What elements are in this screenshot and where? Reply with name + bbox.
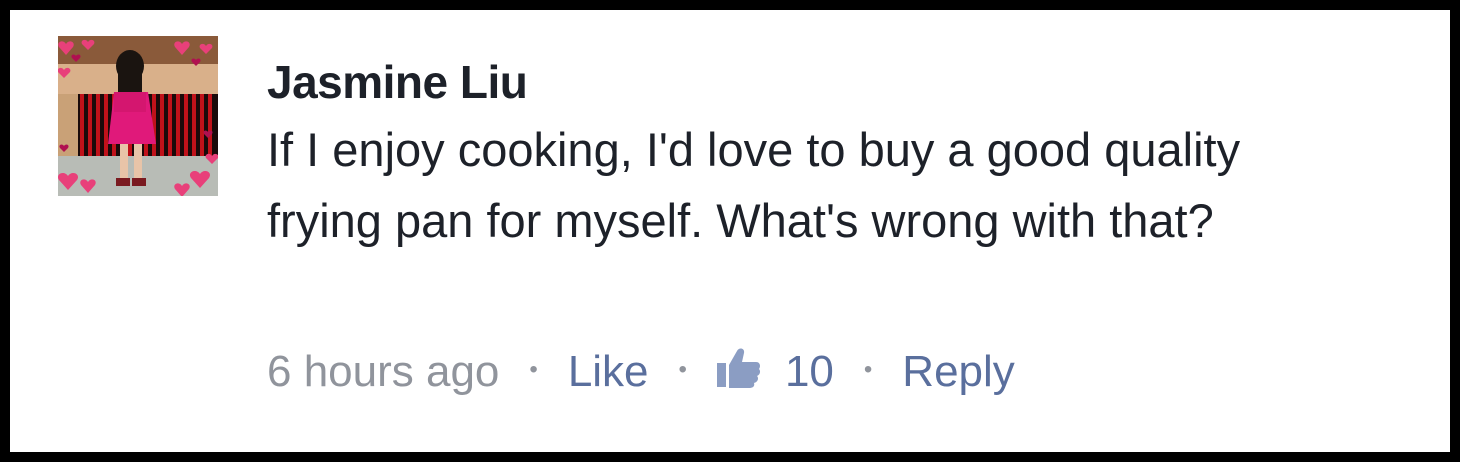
comment-card: Jasmine Liu If I enjoy cooking, I'd love… — [10, 10, 1450, 452]
avatar-photo — [58, 36, 218, 196]
author-name[interactable]: Jasmine Liu — [267, 54, 1397, 110]
like-count-link[interactable]: 10 — [716, 347, 834, 397]
timestamp[interactable]: 6 hours ago — [267, 347, 499, 397]
comment-actions: 6 hours ago • Like • 10 • Reply — [267, 344, 1015, 400]
avatar[interactable] — [58, 36, 218, 196]
like-button[interactable]: Like — [568, 347, 649, 397]
separator-dot: • — [863, 356, 873, 383]
comment-content: Jasmine Liu If I enjoy cooking, I'd love… — [267, 54, 1397, 256]
thumbs-up-icon — [716, 348, 760, 388]
reply-button[interactable]: Reply — [902, 347, 1015, 397]
separator-dot: • — [529, 356, 538, 383]
separator-dot: • — [678, 356, 687, 383]
like-count: 10 — [784, 347, 834, 396]
comment-text: If I enjoy cooking, I'd love to buy a go… — [267, 123, 1241, 247]
